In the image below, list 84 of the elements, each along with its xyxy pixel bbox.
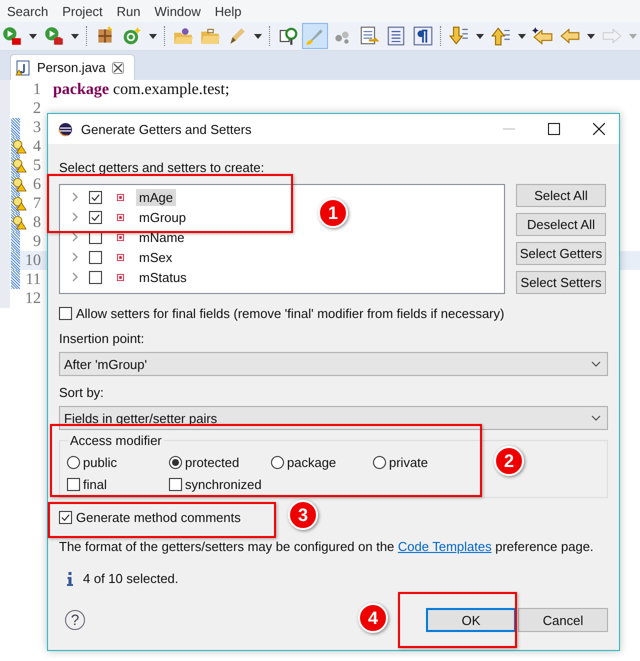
line-number: 4 — [32, 138, 41, 156]
sort-dropdown[interactable]: Fields in getter/setter pairs — [59, 406, 608, 430]
line-number: 11 — [24, 270, 41, 288]
eclipse-icon — [58, 122, 73, 136]
select-button[interactable]: Deselect All — [516, 213, 606, 236]
checkbox-label: Generate method comments — [76, 510, 241, 524]
chevron-down-icon — [591, 361, 601, 367]
checkbox-label: synchronized — [185, 476, 262, 492]
line-number: 1 — [32, 80, 41, 98]
private-field-icon — [117, 214, 124, 220]
close-icon[interactable] — [593, 123, 605, 135]
field-label: Sort by: — [59, 385, 105, 400]
field-name[interactable]: mName — [136, 228, 188, 246]
field-name[interactable]: mAge — [136, 188, 176, 206]
paragraph-icon[interactable] — [411, 24, 435, 48]
field-label: Insertion point: — [59, 331, 146, 346]
line-number: 2 — [32, 100, 41, 118]
line-number: 3 — [32, 118, 41, 136]
run-icon[interactable] — [0, 24, 24, 48]
dropdown-caret-icon[interactable] — [587, 34, 595, 38]
checkbox[interactable] — [169, 478, 182, 490]
menu-item[interactable]: Search — [7, 4, 48, 18]
private-field-icon — [117, 274, 124, 280]
select-button[interactable]: Select Getters — [516, 242, 606, 265]
group-title: Access modifier — [68, 433, 164, 448]
dropdown-caret-icon[interactable] — [476, 34, 484, 38]
radio-button[interactable] — [373, 456, 386, 468]
dialog-button[interactable]: Cancel — [518, 608, 608, 632]
maximize-icon[interactable] — [548, 123, 560, 135]
checkbox-label: final — [83, 476, 107, 492]
java-file-icon — [15, 60, 31, 76]
info-text: The format of the getters/setters may be configured on the Code Templates preference page. — [59, 539, 595, 554]
chevron-down-icon — [591, 415, 601, 421]
line-number: 5 — [32, 156, 41, 174]
line-number: 8 — [32, 214, 41, 232]
dropdown-caret-icon[interactable] — [518, 34, 526, 38]
select-button[interactable]: Select All — [516, 184, 606, 207]
line-number: 10 — [24, 252, 41, 270]
line-number: 6 — [32, 176, 41, 194]
menu-item[interactable]: Run — [116, 4, 141, 18]
private-field-icon — [117, 254, 124, 260]
menu-item[interactable]: Project — [62, 4, 103, 18]
selection-count: 4 of 10 selected. — [83, 571, 178, 586]
insertion-point-dropdown[interactable]: After 'mGroup' — [59, 352, 608, 376]
checkbox[interactable] — [59, 306, 72, 320]
dropdown-caret-icon[interactable] — [29, 34, 37, 38]
checkbox[interactable] — [89, 210, 102, 224]
radio-label: package — [287, 454, 336, 470]
menu-item[interactable]: Window — [154, 4, 201, 18]
checkbox[interactable] — [89, 190, 102, 204]
editor-tab[interactable]: Person.java — [10, 54, 135, 80]
checkbox[interactable] — [59, 510, 72, 524]
checkbox[interactable] — [89, 250, 102, 264]
checkbox[interactable] — [89, 270, 102, 284]
dropdown-caret-icon[interactable] — [254, 34, 262, 38]
line-number: 7 — [32, 194, 41, 212]
prompt-label: Select getters and setters to create: — [59, 160, 266, 175]
dropdown-caret-icon[interactable] — [71, 34, 79, 38]
checkbox[interactable] — [67, 478, 80, 490]
field-name[interactable]: mStatus — [136, 268, 190, 286]
radio-button[interactable] — [271, 456, 284, 468]
dialog-button[interactable]: OK — [426, 608, 516, 632]
debug-icon[interactable] — [42, 24, 66, 48]
dropdown-caret-icon[interactable] — [149, 34, 157, 38]
checkbox-label: Allow setters for final fields (remove 'final' modifier from fields if necessary) — [76, 306, 504, 320]
info-icon — [67, 572, 73, 586]
field-name[interactable]: mSex — [136, 248, 176, 266]
line-number: 12 — [24, 290, 41, 308]
help-icon[interactable]: ? — [65, 610, 85, 630]
select-button[interactable]: Select Setters — [516, 271, 606, 294]
line-number: 9 — [32, 232, 41, 250]
radio-label: private — [389, 454, 428, 470]
private-field-icon — [117, 234, 124, 240]
code-line: package com.example.test; — [53, 80, 230, 98]
private-field-icon — [117, 194, 124, 200]
radio-button[interactable] — [67, 456, 80, 468]
code-templates-link[interactable]: Code Templates — [398, 539, 492, 554]
radio-label: protected — [185, 454, 240, 470]
field-name[interactable]: mGroup — [136, 208, 189, 226]
radio-button[interactable] — [169, 456, 182, 468]
close-icon[interactable] — [112, 62, 124, 74]
menu-item[interactable]: Help — [214, 4, 242, 18]
dialog-title: Generate Getters and Setters — [81, 122, 252, 136]
radio-label: public — [83, 454, 117, 470]
